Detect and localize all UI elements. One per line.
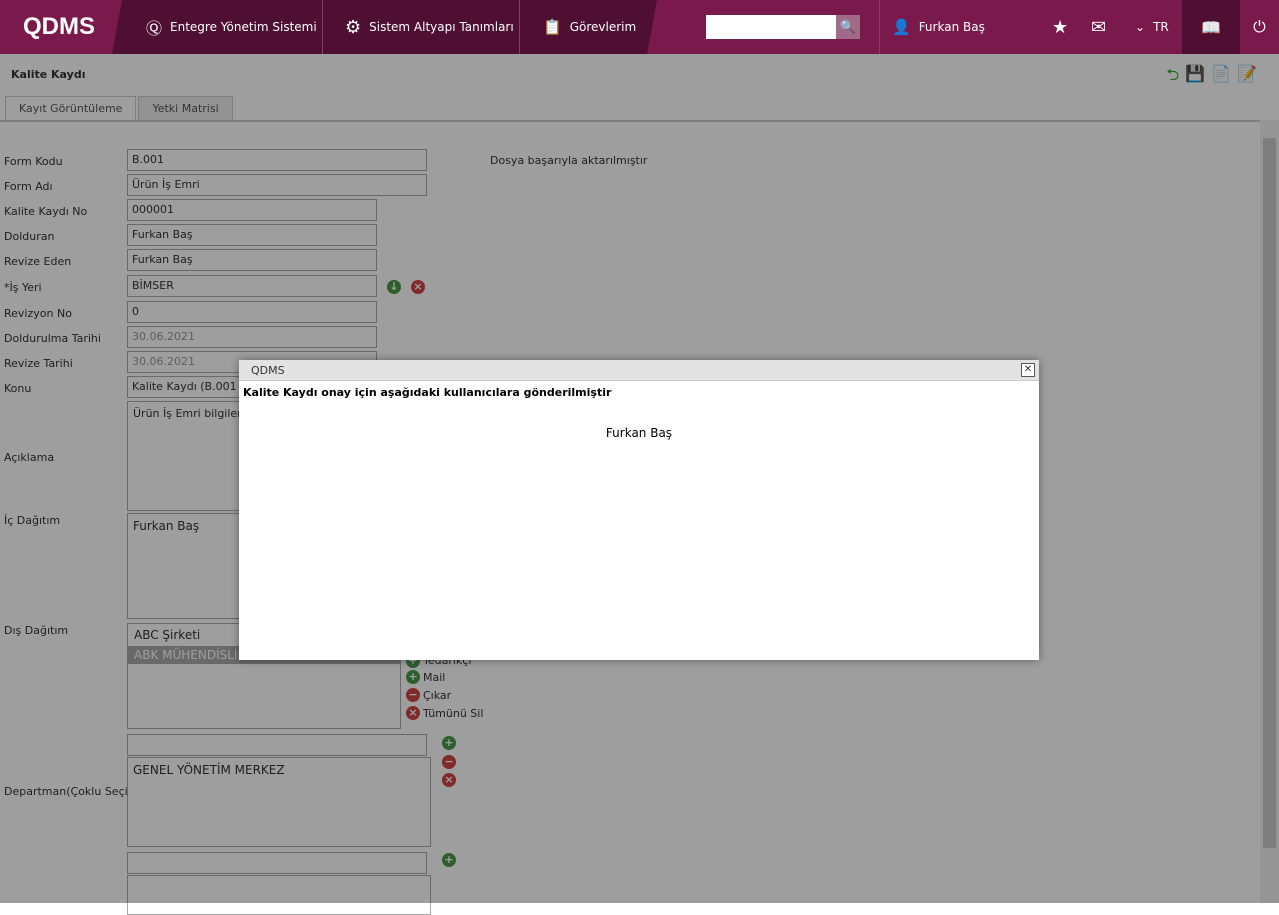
language-select[interactable]: ⌄ TR xyxy=(1135,0,1169,54)
power-icon[interactable]: ⏻ xyxy=(1240,0,1279,54)
search-input[interactable] xyxy=(706,15,836,39)
book-icon[interactable]: 📖 xyxy=(1182,0,1240,54)
user-menu[interactable]: 👤 Furkan Baş xyxy=(892,0,985,54)
mail-icon[interactable]: ✉ xyxy=(1091,0,1106,54)
nav-ebs[interactable]: Ⓠ Entegre Yönetim Sistemi xyxy=(146,0,317,54)
dialog-title: QDMS xyxy=(251,364,285,377)
q-icon: Ⓠ xyxy=(146,19,163,38)
close-button[interactable]: ✕ xyxy=(1021,363,1035,377)
user-icon: 👤 xyxy=(892,18,911,36)
clipboard-icon: 📋 xyxy=(543,18,562,36)
dialog-message: Kalite Kaydı onay için aşağıdaki kullanı… xyxy=(243,386,612,399)
search-button[interactable]: 🔍 xyxy=(836,15,860,39)
nav-system[interactable]: ⚙ Sistem Altyapı Tanımları xyxy=(345,0,514,54)
chevron-down-icon: ⌄ xyxy=(1135,20,1146,34)
recipient-user: Furkan Baş xyxy=(605,426,673,440)
favorites-icon[interactable]: ★ xyxy=(1052,0,1068,54)
nav-tasks[interactable]: 📋 Görevlerim xyxy=(543,0,636,54)
gear-icon: ⚙ xyxy=(345,16,362,38)
top-nav: QDMS Ⓠ Entegre Yönetim Sistemi ⚙ Sistem Al… xyxy=(0,0,1279,54)
qdms-logo[interactable]: QDMS xyxy=(0,0,118,54)
dialog: QDMS ✕ Kalite Kaydı onay için aşağıdaki … xyxy=(239,360,1039,660)
search-icon: 🔍 xyxy=(839,19,857,35)
close-icon: ✕ xyxy=(1023,364,1033,375)
